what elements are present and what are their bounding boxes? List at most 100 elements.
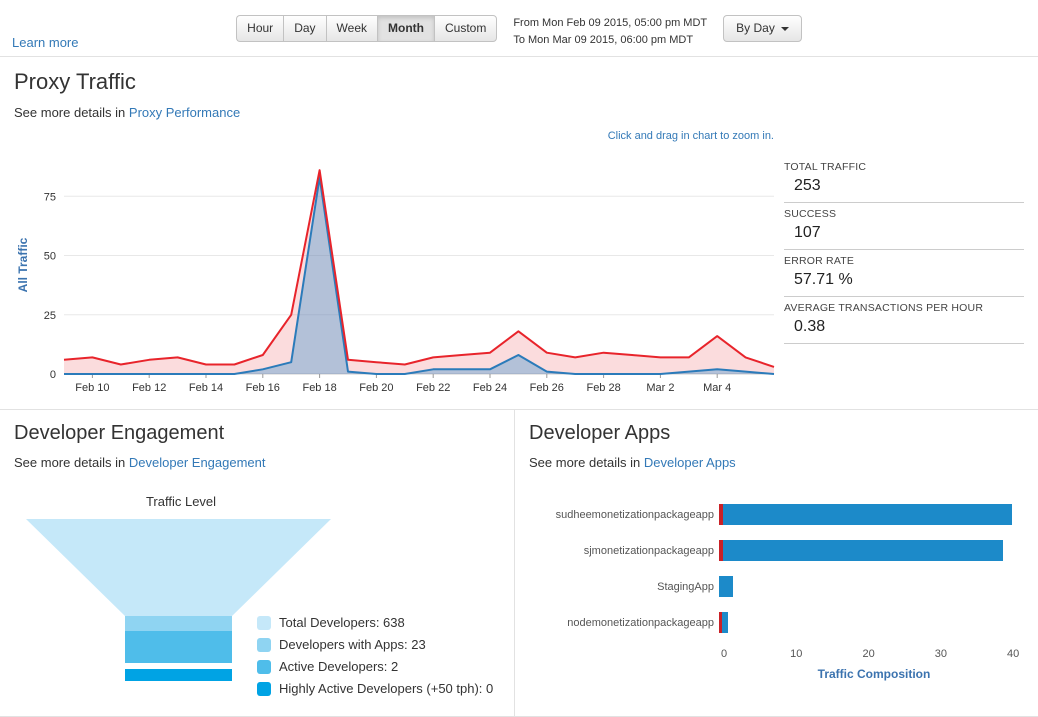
x-tick-label: Feb 10	[75, 382, 109, 394]
y-tick-label: 50	[44, 251, 56, 263]
bar[interactable]	[719, 504, 1012, 525]
time-range-controls: Hour Day Week Month Custom From Mon Feb …	[0, 0, 1038, 48]
stat-total-traffic: TOTAL TRAFFIC 253	[784, 156, 1024, 203]
developer-apps-link[interactable]: Developer Apps	[644, 455, 736, 470]
date-to: To Mon Mar 09 2015, 06:00 pm MDT	[513, 32, 707, 49]
stat-value: 57.71 %	[784, 271, 1024, 289]
zoom-hint: Click and drag in chart to zoom in.	[14, 130, 784, 142]
stat-avg-tph: AVERAGE TRANSACTIONS PER HOUR 0.38	[784, 297, 1024, 344]
bar-row: nodemonetizationpackageapp	[529, 612, 1024, 633]
success-area	[64, 177, 774, 374]
x-tick-label: 40	[1007, 648, 1019, 660]
date-from: From Mon Feb 09 2015, 05:00 pm MDT	[513, 15, 707, 32]
developer-apps-title: Developer Apps	[529, 422, 1024, 445]
range-button-day[interactable]: Day	[283, 15, 325, 42]
legend-label: Highly Active Developers (+50 tph): 0	[279, 681, 493, 696]
developer-engagement-link[interactable]: Developer Engagement	[129, 455, 266, 470]
bar[interactable]	[719, 576, 733, 597]
success-segment	[719, 576, 733, 597]
x-tick-label: 10	[790, 648, 802, 660]
y-axis-label: All Traffic	[16, 237, 30, 292]
proxy-traffic-section: Proxy Traffic See more details in Proxy …	[0, 57, 1038, 410]
legend-item: Active Developers: 2	[257, 659, 493, 674]
legend-item: Highly Active Developers (+50 tph): 0	[257, 681, 493, 696]
x-tick-label: 20	[862, 648, 874, 660]
funnel-level-developers-with-apps	[125, 616, 232, 631]
x-tick-label: Mar 2	[646, 382, 674, 394]
success-segment	[723, 504, 1012, 525]
bar-label: sjmonetizationpackageapp	[529, 545, 719, 557]
legend-swatch	[257, 616, 271, 630]
stat-error-rate: ERROR RATE 57.71 %	[784, 250, 1024, 297]
developer-engagement-details: See more details in Developer Engagement	[14, 455, 500, 470]
proxy-traffic-chart[interactable]: 0 25 50 75 Feb 10 Feb 12 Feb 14 Feb 16 Feb 18 Feb…	[14, 142, 784, 407]
traffic-area	[64, 170, 774, 374]
legend-item: Total Developers: 638	[257, 615, 493, 630]
learn-more-link[interactable]: Learn more	[12, 35, 78, 50]
stat-label: TOTAL TRAFFIC	[784, 161, 1024, 173]
legend-label: Active Developers: 2	[279, 659, 398, 674]
funnel-title: Traffic Level	[26, 494, 336, 509]
legend-label: Developers with Apps: 23	[279, 637, 426, 652]
x-tick-label: Feb 14	[189, 382, 223, 394]
stat-label: SUCCESS	[784, 208, 1024, 220]
x-axis-title: Traffic Composition	[724, 667, 1024, 681]
bar-row: StagingApp	[529, 576, 1024, 597]
success-segment	[722, 612, 729, 633]
range-button-hour[interactable]: Hour	[236, 15, 283, 42]
details-text: See more details in	[529, 455, 640, 470]
bar-row: sjmonetizationpackageapp	[529, 540, 1024, 561]
details-text: See more details in	[14, 455, 125, 470]
success-line	[64, 177, 774, 374]
group-by-label: By Day	[736, 21, 775, 35]
legend-label: Total Developers: 638	[279, 615, 405, 630]
success-segment	[723, 540, 1003, 561]
x-tick-label: Mar 4	[703, 382, 731, 394]
y-tick-label: 0	[50, 369, 56, 381]
bar-label: sudheemonetizationpackageapp	[529, 509, 719, 521]
x-tick-label: Feb 28	[586, 382, 620, 394]
range-button-custom[interactable]: Custom	[434, 15, 497, 42]
stat-value: 253	[784, 177, 1024, 195]
x-tick-label: Feb 18	[302, 382, 336, 394]
range-button-group: Hour Day Week Month Custom	[236, 15, 497, 42]
x-axis: 0 10 20 30 40	[724, 648, 1024, 663]
range-button-week[interactable]: Week	[326, 15, 377, 42]
developer-engagement-title: Developer Engagement	[14, 422, 500, 445]
x-tick-label: Feb 16	[246, 382, 280, 394]
proxy-traffic-title: Proxy Traffic	[14, 69, 1024, 95]
funnel-level-total-developers	[26, 519, 331, 616]
group-by-dropdown[interactable]: By Day	[723, 15, 802, 42]
x-tick-label: Feb 22	[416, 382, 450, 394]
bar-label: StagingApp	[529, 581, 719, 593]
bar[interactable]	[719, 612, 728, 633]
funnel-level-active-developers	[125, 631, 232, 663]
legend-swatch	[257, 660, 271, 674]
y-tick-label: 75	[44, 191, 56, 203]
x-tick-label: Feb 24	[473, 382, 507, 394]
legend-swatch	[257, 682, 271, 696]
range-button-month[interactable]: Month	[377, 15, 434, 42]
x-tick-label: Feb 12	[132, 382, 166, 394]
date-range: From Mon Feb 09 2015, 05:00 pm MDT To Mo…	[513, 15, 707, 48]
proxy-stats-panel: TOTAL TRAFFIC 253 SUCCESS 107 ERROR RATE…	[784, 156, 1024, 407]
stat-success: SUCCESS 107	[784, 203, 1024, 250]
y-tick-label: 25	[44, 310, 56, 322]
stat-label: ERROR RATE	[784, 255, 1024, 267]
proxy-performance-link[interactable]: Proxy Performance	[129, 105, 240, 120]
x-tick-label: 30	[935, 648, 947, 660]
stat-value: 107	[784, 224, 1024, 242]
bar[interactable]	[719, 540, 1003, 561]
caret-down-icon	[781, 27, 789, 31]
legend-item: Developers with Apps: 23	[257, 637, 493, 652]
developer-apps-chart[interactable]: sudheemonetizationpackageapp sjmonetizati…	[529, 504, 1024, 681]
details-text: See more details in	[14, 105, 125, 120]
stat-label: AVERAGE TRANSACTIONS PER HOUR	[784, 302, 1024, 314]
stat-value: 0.38	[784, 318, 1024, 336]
bar-label: nodemonetizationpackageapp	[529, 617, 719, 629]
x-tick-label: 0	[721, 648, 727, 660]
proxy-traffic-details: See more details in Proxy Performance	[14, 105, 1024, 120]
bar-row: sudheemonetizationpackageapp	[529, 504, 1024, 525]
funnel-level-highly-active-developers	[125, 669, 232, 681]
developer-apps-section: Developer Apps See more details in Devel…	[514, 410, 1038, 716]
